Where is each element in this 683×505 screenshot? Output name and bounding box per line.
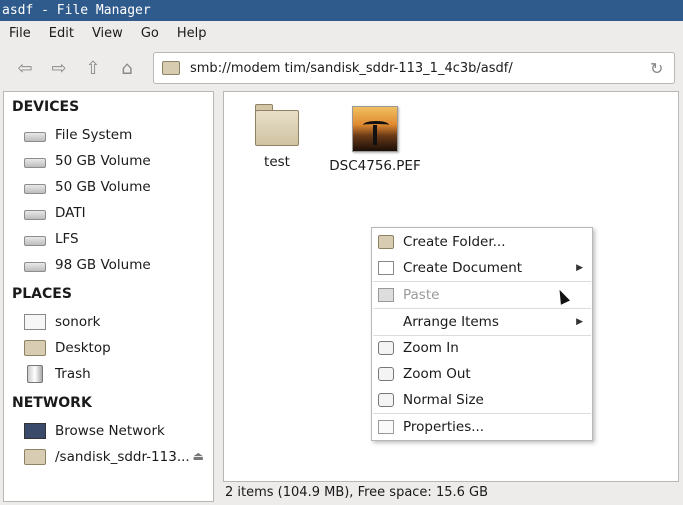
sidebar-item-browse-network[interactable]: Browse Network [24,420,165,442]
pane-splitter[interactable] [216,91,220,502]
menu-separator [373,281,591,282]
sidebar-item-dati[interactable]: DATI [24,202,86,224]
toolbar: ⇦ ⇨ ⇧ ⌂ smb://modem tim/sandisk_sddr-113… [0,47,683,89]
home-folder-icon [24,314,46,330]
zoom-original-icon [378,393,394,407]
menubar: File Edit View Go Help [0,21,683,46]
up-icon[interactable]: ⇧ [76,51,110,85]
submenu-arrow-icon: ▶ [576,317,583,327]
home-icon[interactable]: ⌂ [110,51,144,85]
sidebar-item-file-system[interactable]: File System [24,124,132,146]
folder-icon [24,449,46,465]
folder-icon [255,104,299,148]
menu-item-create-document[interactable]: Create Document ▶ [372,256,592,280]
menu-view[interactable]: View [83,21,132,46]
trash-icon [27,365,43,383]
image-thumbnail-icon [352,106,398,152]
file-name: test [264,154,290,170]
menu-item-properties[interactable]: Properties... [372,415,592,439]
sidebar-item-volume-2[interactable]: 50 GB Volume [24,176,151,198]
menu-edit[interactable]: Edit [40,21,83,46]
sidebar: DEVICES File System 50 GB Volume 50 GB V… [3,91,214,502]
drive-icon [24,183,46,194]
desktop-folder-icon [24,340,46,356]
properties-icon [378,420,394,434]
sidebar-item-lfs[interactable]: LFS [24,228,79,250]
reload-icon[interactable]: ↻ [650,59,674,78]
file-item-dsc4756[interactable]: DSC4756.PEF [327,106,423,174]
menu-item-create-folder[interactable]: Create Folder... [372,230,592,254]
window-title: asdf - File Manager [0,0,683,21]
drive-icon [24,261,46,272]
eject-icon[interactable]: ⏏ [193,449,204,463]
location-input[interactable]: smb://modem tim/sandisk_sddr-113_1_4c3b/… [190,61,650,76]
network-icon [24,423,46,439]
zoom-out-icon [378,367,394,381]
back-icon[interactable]: ⇦ [8,51,42,85]
menu-item-zoom-in[interactable]: Zoom In [372,336,592,360]
menu-separator [373,308,591,309]
new-folder-icon [378,235,394,249]
sidebar-item-volume-98[interactable]: 98 GB Volume [24,254,151,276]
places-heading: PLACES [12,286,72,302]
submenu-arrow-icon: ▶ [576,263,583,273]
drive-icon [24,157,46,168]
menu-go[interactable]: Go [132,21,168,46]
context-menu: Create Folder... Create Document ▶ Paste … [371,227,593,441]
file-item-test[interactable]: test [229,104,325,170]
zoom-in-icon [378,341,394,355]
menu-item-zoom-out[interactable]: Zoom Out [372,362,592,386]
menu-file[interactable]: File [0,21,40,46]
menu-item-normal-size[interactable]: Normal Size [372,388,592,412]
menu-help[interactable]: Help [168,21,216,46]
drive-icon [24,235,46,246]
paste-icon [378,288,394,302]
drive-icon [24,209,46,220]
status-bar: 2 items (104.9 MB), Free space: 15.6 GB [225,485,489,500]
sidebar-item-sonork[interactable]: sonork [24,311,100,333]
sidebar-item-desktop[interactable]: Desktop [24,337,111,359]
sidebar-item-volume-1[interactable]: 50 GB Volume [24,150,151,172]
new-document-icon [378,261,394,275]
sidebar-item-sandisk[interactable]: /sandisk_sddr-113... ⏏ [24,446,210,468]
sidebar-item-trash[interactable]: Trash [24,363,91,385]
forward-icon[interactable]: ⇨ [42,51,76,85]
drive-icon [24,131,46,142]
network-heading: NETWORK [12,395,92,411]
devices-heading: DEVICES [12,99,80,115]
menu-item-arrange-items[interactable]: Arrange Items ▶ [372,310,592,334]
file-name: DSC4756.PEF [329,158,421,174]
location-bar[interactable]: smb://modem tim/sandisk_sddr-113_1_4c3b/… [153,52,675,84]
folder-icon [162,61,180,75]
menu-separator [373,413,591,414]
